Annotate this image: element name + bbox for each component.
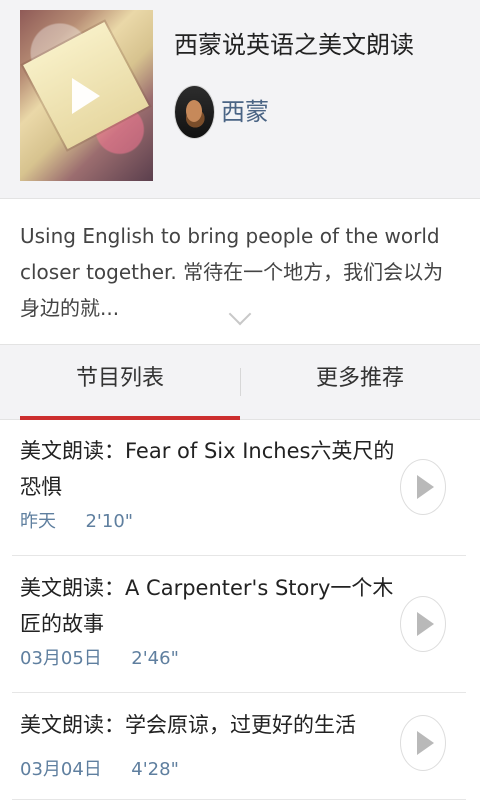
episode-item[interactable]: 美文朗读：A Carpenter's Story一个木匠的故事 03月05日 2… [12,556,466,693]
episode-play-button[interactable] [400,715,446,771]
author-name[interactable]: 西蒙 [221,97,269,127]
episode-meta: 昨天 2'10" [20,507,133,533]
play-icon [417,731,434,755]
avatar[interactable] [174,85,215,139]
podcast-title: 西蒙说英语之美文朗读 [174,31,414,59]
episode-play-button[interactable] [400,459,446,515]
episode-duration: 2'10" [85,511,134,532]
podcast-header: 西蒙说英语之美文朗读 西蒙 [0,0,480,199]
tab-more-recommendations[interactable]: 更多推荐 [240,345,480,419]
play-icon [417,612,434,636]
episode-meta: 03月05日 2'46" [20,644,179,670]
episode-item[interactable]: 美文朗读：Fear of Six Inches六英尺的恐惧 昨天 2'10" [12,419,466,556]
episode-date: 03月04日 [20,759,102,780]
play-icon[interactable] [72,78,100,114]
tab-program-list[interactable]: 节目列表 [0,345,240,419]
episode-play-button[interactable] [400,596,446,652]
podcast-cover[interactable] [20,10,153,181]
episode-duration: 2'46" [131,648,179,669]
episode-date: 昨天 [20,511,56,532]
episode-title[interactable]: 美文朗读：学会原谅，过更好的生活 [20,707,400,743]
episode-date: 03月05日 [20,648,102,669]
play-icon [417,475,434,499]
episode-item[interactable]: 美文朗读：学会原谅，过更好的生活 03月04日 4'28" [12,693,466,800]
author-row[interactable]: 西蒙 [174,85,269,139]
episode-meta: 03月04日 4'28" [20,755,179,781]
episode-title[interactable]: 美文朗读：A Carpenter's Story一个木匠的故事 [20,570,400,642]
episode-duration: 4'28" [131,759,179,780]
tab-bar: 节目列表 更多推荐 [0,344,480,420]
episode-title[interactable]: 美文朗读：Fear of Six Inches六英尺的恐惧 [20,433,400,505]
